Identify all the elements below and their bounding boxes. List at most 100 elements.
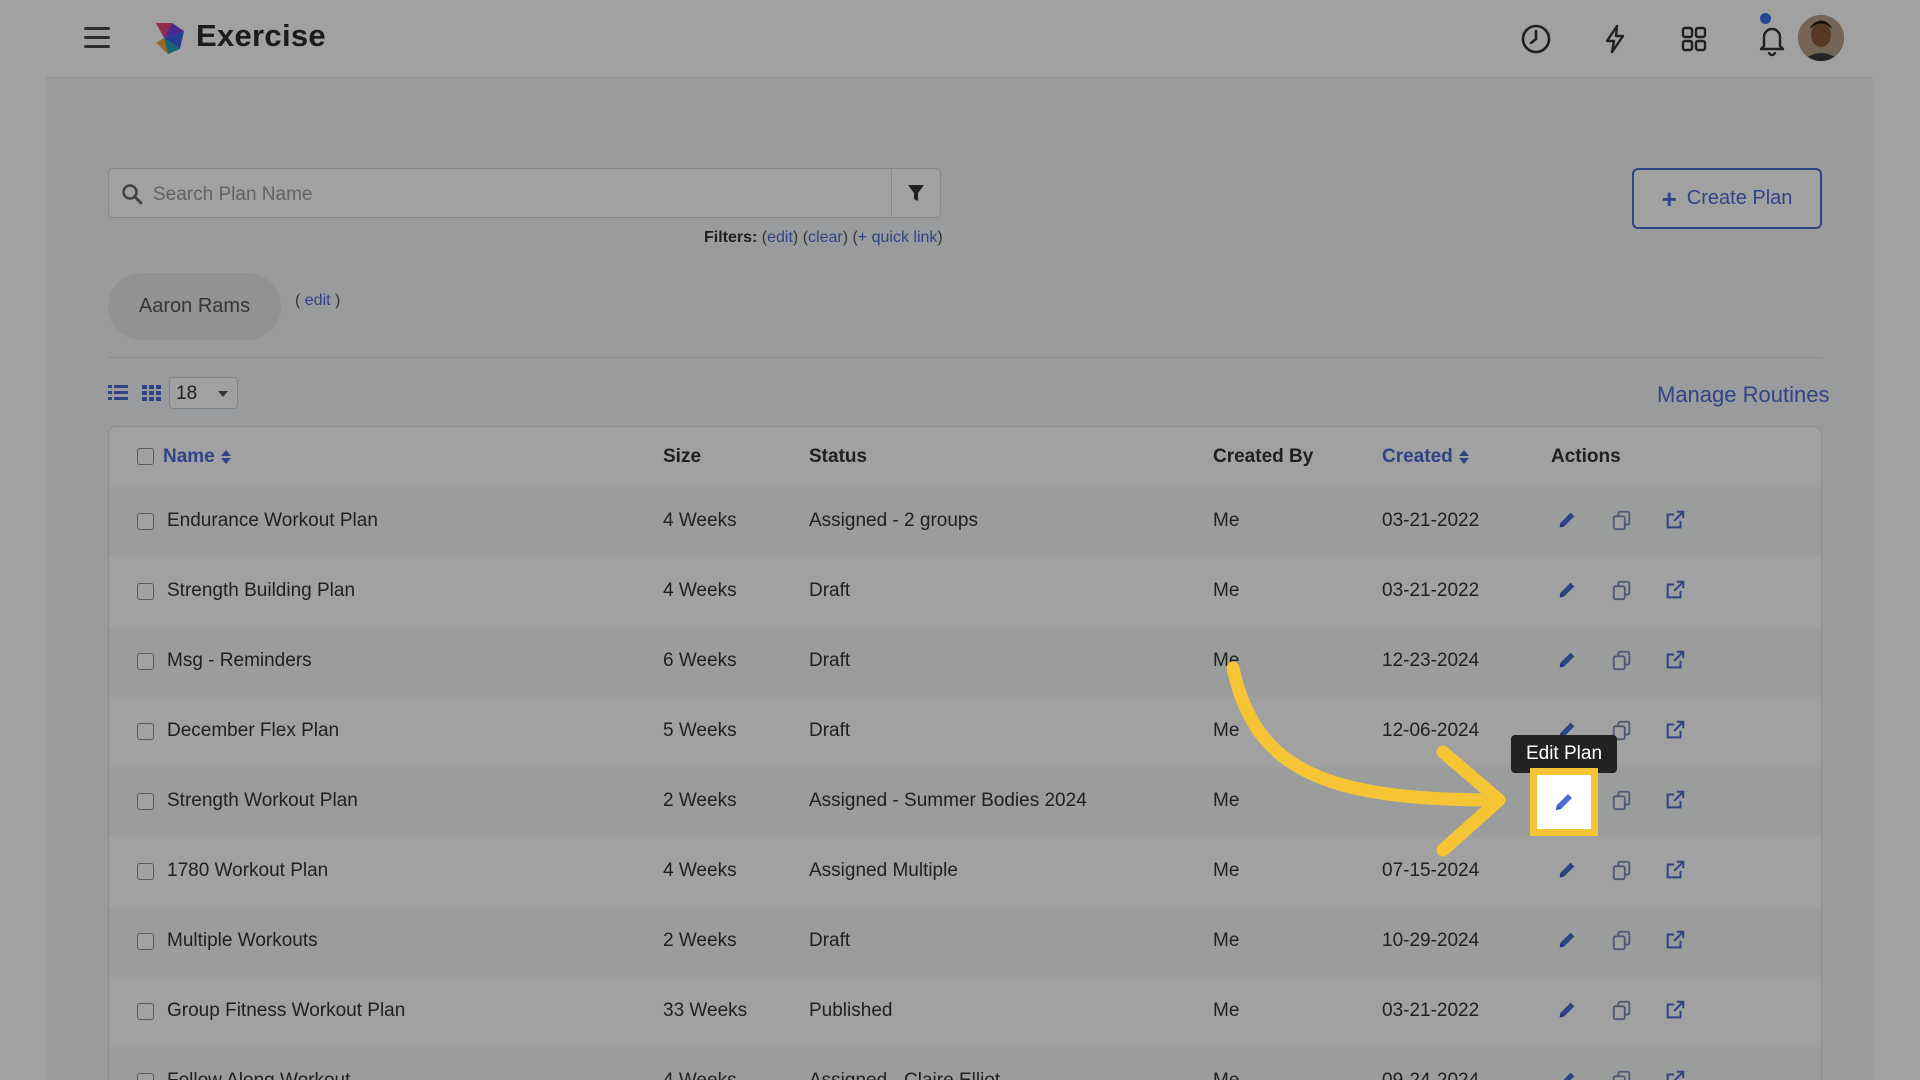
per-page-value: 18	[176, 383, 198, 404]
chevron-down-icon	[218, 391, 228, 397]
row-checkbox[interactable]	[137, 1003, 154, 1020]
plan-status: Draft	[809, 720, 851, 741]
plan-name[interactable]: December Flex Plan	[167, 720, 339, 742]
plan-name[interactable]: Endurance Workout Plan	[167, 510, 378, 532]
duplicate-plan-button[interactable]	[1611, 789, 1633, 811]
plan-created-by: Me	[1213, 1000, 1240, 1021]
table-row[interactable]: Endurance Workout Plan 4 Weeks Assigned - …	[109, 487, 1821, 557]
menu-icon[interactable]	[84, 27, 112, 49]
table-row[interactable]: Strength Building Plan 4 Weeks Draft Me 03-2…	[109, 557, 1821, 627]
owner-chip-edit: ( edit )	[295, 292, 341, 309]
table-row[interactable]: 1780 Workout Plan 4 Weeks Assigned Multipl…	[109, 837, 1821, 907]
avatar[interactable]	[1798, 15, 1844, 61]
edit-plan-button[interactable]	[1556, 1069, 1578, 1080]
grid-view-icon[interactable]	[142, 384, 162, 402]
owner-edit-link[interactable]: edit	[305, 292, 331, 309]
open-external-button[interactable]	[1664, 789, 1686, 811]
table-row[interactable]: Follow Along Workout 4 Weeks Assigned - Cl…	[109, 1047, 1821, 1080]
duplicate-plan-button[interactable]	[1611, 929, 1633, 951]
table-row[interactable]: Group Fitness Workout Plan 33 Weeks Publis…	[109, 977, 1821, 1047]
open-external-button[interactable]	[1664, 929, 1686, 951]
row-checkbox[interactable]	[137, 933, 154, 950]
filters-line: Filters: (edit) (clear) (+ quick link)	[704, 229, 943, 246]
row-checkbox[interactable]	[137, 1073, 154, 1080]
manage-routines-link[interactable]: Manage Routines	[1657, 382, 1829, 408]
plan-name[interactable]: Strength Workout Plan	[167, 790, 358, 812]
row-checkbox[interactable]	[137, 653, 154, 670]
plan-status: Draft	[809, 650, 851, 671]
divider	[108, 357, 1822, 358]
plan-name[interactable]: 1780 Workout Plan	[167, 860, 328, 882]
open-external-button[interactable]	[1664, 649, 1686, 671]
external-link-icon	[1666, 650, 1685, 669]
open-external-button[interactable]	[1664, 1069, 1686, 1080]
row-checkbox[interactable]	[137, 863, 154, 880]
pencil-icon	[1559, 652, 1575, 668]
create-plan-button[interactable]: + Create Plan	[1632, 168, 1822, 229]
plan-created-by: Me	[1213, 1070, 1239, 1080]
duplicate-plan-button[interactable]	[1611, 649, 1633, 671]
plan-name[interactable]: Group Fitness Workout Plan	[167, 1000, 405, 1022]
select-all-checkbox[interactable]	[137, 448, 154, 465]
table-row[interactable]: Msg - Reminders 6 Weeks Draft Me 12-23-2024	[109, 627, 1821, 697]
per-page-select[interactable]: 18	[169, 377, 238, 409]
plan-name[interactable]: Multiple Workouts	[167, 930, 318, 952]
external-link-icon	[1666, 510, 1685, 529]
external-link-icon	[1666, 580, 1685, 599]
row-checkbox[interactable]	[137, 723, 154, 740]
edit-plan-button[interactable]	[1556, 999, 1578, 1021]
filter-icon	[908, 185, 924, 201]
plan-status: Assigned - Summer Bodies 2024	[809, 790, 1087, 811]
open-external-button[interactable]	[1664, 509, 1686, 531]
filters-edit-link[interactable]: edit	[767, 229, 793, 246]
plan-name[interactable]: Msg - Reminders	[167, 650, 312, 672]
plan-size: 4 Weeks	[663, 1070, 737, 1080]
edit-plan-button[interactable]	[1556, 649, 1578, 671]
plan-created-date: 03-21-2022	[1382, 1000, 1480, 1021]
column-header-actions: Actions	[1551, 446, 1621, 467]
edit-plan-button[interactable]	[1556, 859, 1578, 881]
plan-size: 6 Weeks	[663, 650, 737, 671]
list-view-icon[interactable]	[108, 384, 128, 402]
column-header-status: Status	[809, 446, 868, 467]
sort-icon	[1458, 449, 1469, 464]
search-box[interactable]: Search Plan Name	[108, 168, 941, 218]
lightning-icon[interactable]	[1595, 19, 1635, 59]
edit-plan-button-highlighted[interactable]	[1530, 768, 1598, 836]
pencil-icon	[1563, 1072, 1575, 1080]
filter-button[interactable]	[891, 169, 940, 217]
pencil-icon	[1559, 862, 1575, 878]
column-header-name[interactable]: Name	[163, 446, 231, 468]
plan-created-by: Me	[1213, 510, 1240, 531]
apps-grid-icon[interactable]	[1674, 19, 1714, 59]
filters-clear-link[interactable]: clear	[808, 229, 843, 246]
row-checkbox[interactable]	[137, 793, 154, 810]
plan-created-by: Me	[1213, 930, 1240, 951]
copy-icon	[1612, 650, 1631, 671]
plan-name[interactable]: Follow Along Workout	[167, 1070, 350, 1080]
open-external-button[interactable]	[1664, 579, 1686, 601]
duplicate-plan-button[interactable]	[1611, 999, 1633, 1021]
open-external-button[interactable]	[1664, 719, 1686, 741]
bell-icon[interactable]	[1752, 19, 1792, 59]
table-row[interactable]: Multiple Workouts 2 Weeks Draft Me 10-29-202…	[109, 907, 1821, 977]
search-input[interactable]: Search Plan Name	[153, 184, 312, 206]
row-checkbox[interactable]	[137, 583, 154, 600]
edit-plan-button[interactable]	[1556, 579, 1578, 601]
duplicate-plan-button[interactable]	[1611, 579, 1633, 601]
edit-plan-button[interactable]	[1556, 929, 1578, 951]
duplicate-plan-button[interactable]	[1611, 859, 1633, 881]
plan-size: 4 Weeks	[663, 510, 737, 531]
duplicate-plan-button[interactable]	[1611, 509, 1633, 531]
open-external-button[interactable]	[1664, 999, 1686, 1021]
column-header-created[interactable]: Created	[1382, 446, 1469, 468]
open-external-button[interactable]	[1664, 859, 1686, 881]
duplicate-plan-button[interactable]	[1611, 1069, 1633, 1080]
row-checkbox[interactable]	[137, 513, 154, 530]
filters-quick-link[interactable]: + quick link	[858, 229, 938, 246]
plan-name[interactable]: Strength Building Plan	[167, 580, 355, 602]
edit-plan-button[interactable]	[1556, 509, 1578, 531]
clock-icon[interactable]	[1516, 19, 1556, 59]
owner-chip[interactable]: Aaron Rams	[108, 273, 281, 340]
copy-icon	[1612, 790, 1631, 811]
